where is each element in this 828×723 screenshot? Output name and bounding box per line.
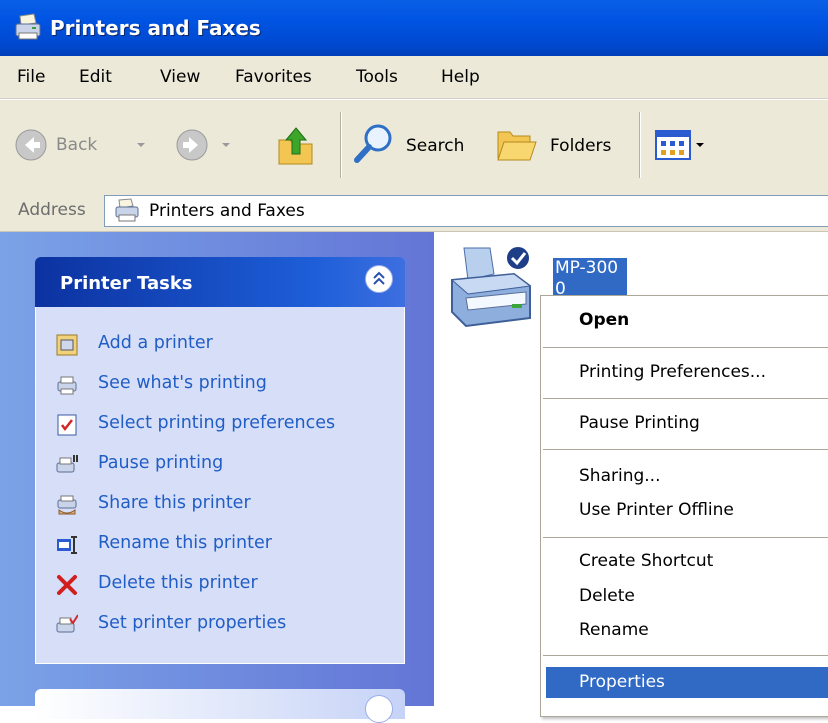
task-label: Share this printer: [98, 493, 251, 513]
task-label: Add a printer: [98, 333, 213, 353]
views-grid-icon: [655, 130, 704, 160]
add-printer-icon: [56, 334, 78, 356]
forward-dropdown-arrow-icon: [222, 143, 230, 147]
menu-use-printer-offline[interactable]: Use Printer Offline: [579, 500, 734, 520]
folders-icon: [497, 131, 537, 161]
menu-help[interactable]: Help: [441, 67, 480, 87]
back-arrow-icon: [15, 129, 47, 161]
printer-name-label[interactable]: MP-300 0: [553, 258, 627, 300]
task-select-printing-preferences[interactable]: Select printing preferences: [56, 410, 396, 440]
printer-tasks-title: Printer Tasks: [60, 273, 193, 294]
task-rename-printer[interactable]: Rename this printer: [56, 530, 396, 560]
menu-tools[interactable]: Tools: [356, 67, 398, 87]
printer-item[interactable]: MP-300 0: [442, 240, 627, 340]
printers-folder-small-icon: [115, 198, 139, 222]
menu-separator: [543, 537, 828, 538]
menu-favorites[interactable]: Favorites: [235, 67, 312, 87]
menu-view[interactable]: View: [160, 67, 200, 87]
menu-edit[interactable]: Edit: [79, 67, 112, 87]
toolbar: Back Search Folders: [0, 99, 828, 192]
task-label: Select printing preferences: [98, 413, 336, 433]
back-label: Back: [56, 135, 98, 155]
menu-separator: [543, 655, 828, 656]
double-chevron-up-icon: [373, 271, 385, 285]
task-pane: Printer Tasks Add a printer See what's p…: [0, 232, 434, 723]
task-label: Pause printing: [98, 453, 224, 473]
expand-panel-button[interactable]: [365, 695, 393, 723]
back-dropdown-arrow-icon: [137, 143, 145, 147]
search-button[interactable]: Search: [352, 122, 476, 166]
task-label: Set printer properties: [98, 613, 287, 633]
task-add-printer[interactable]: Add a printer: [56, 330, 396, 360]
task-set-printer-properties[interactable]: Set printer properties: [56, 610, 396, 640]
printer-tasks-panel: Printer Tasks Add a printer See what's p…: [35, 257, 405, 665]
task-pause-printing[interactable]: Pause printing: [56, 450, 396, 480]
task-see-whats-printing[interactable]: See what's printing: [56, 370, 396, 400]
folders-button[interactable]: Folders: [496, 124, 626, 166]
address-field[interactable]: Printers and Faxes: [104, 195, 828, 227]
printers-folder-icon: [15, 13, 41, 40]
delete-x-icon: [57, 575, 77, 595]
menu-sharing[interactable]: Sharing...: [579, 466, 660, 486]
up-folder-icon[interactable]: [276, 124, 316, 168]
menu-rename[interactable]: Rename: [579, 620, 649, 640]
context-menu: Open Printing Preferences... Pause Print…: [540, 295, 828, 717]
printer-properties-icon: [56, 614, 78, 633]
task-delete-printer[interactable]: Delete this printer: [56, 570, 396, 600]
address-label: Address: [18, 200, 86, 220]
printer-tasks-list: Add a printer See what's printing Select…: [35, 307, 405, 664]
share-printer-icon: [57, 495, 77, 515]
menu-printing-preferences[interactable]: Printing Preferences...: [579, 362, 766, 382]
back-button[interactable]: Back: [14, 128, 154, 164]
forward-arrow-icon: [176, 129, 208, 161]
address-bar: Address Printers and Faxes: [0, 191, 828, 232]
printer-tasks-header[interactable]: Printer Tasks: [35, 257, 405, 307]
forward-button[interactable]: [175, 128, 235, 164]
search-magnifier-icon: [354, 124, 392, 163]
pause-printer-icon: [56, 455, 78, 473]
address-value: Printers and Faxes: [149, 201, 305, 221]
task-label: Rename this printer: [98, 533, 272, 553]
rename-icon: [57, 536, 77, 554]
menu-separator: [543, 449, 828, 450]
menu-create-shortcut[interactable]: Create Shortcut: [579, 551, 713, 571]
task-share-printer[interactable]: Share this printer: [56, 490, 396, 520]
printer-queue-icon: [57, 376, 77, 395]
menu-properties[interactable]: Properties: [579, 672, 665, 692]
secondary-panel-header[interactable]: [35, 689, 405, 723]
menu-bar: File Edit View Favorites Tools Help: [0, 56, 828, 99]
menu-separator: [543, 398, 828, 399]
preferences-checkbox-icon: [57, 414, 77, 436]
printer-icon: [450, 245, 532, 328]
menu-file[interactable]: File: [17, 67, 45, 87]
views-button[interactable]: [655, 130, 725, 162]
task-label: Delete this printer: [98, 573, 258, 593]
menu-separator: [543, 347, 828, 348]
menu-pause-printing[interactable]: Pause Printing: [579, 413, 700, 433]
menu-open[interactable]: Open: [579, 310, 629, 330]
title-bar[interactable]: Printers and Faxes: [0, 0, 828, 56]
search-label: Search: [406, 136, 465, 156]
folders-label: Folders: [550, 136, 612, 156]
task-label: See what's printing: [98, 373, 267, 393]
window-title: Printers and Faxes: [50, 16, 261, 40]
collapse-panel-button[interactable]: [365, 265, 393, 293]
menu-properties-highlight[interactable]: Properties: [546, 667, 828, 698]
printer-name-line1: MP-300: [555, 258, 619, 278]
menu-delete[interactable]: Delete: [579, 586, 635, 606]
